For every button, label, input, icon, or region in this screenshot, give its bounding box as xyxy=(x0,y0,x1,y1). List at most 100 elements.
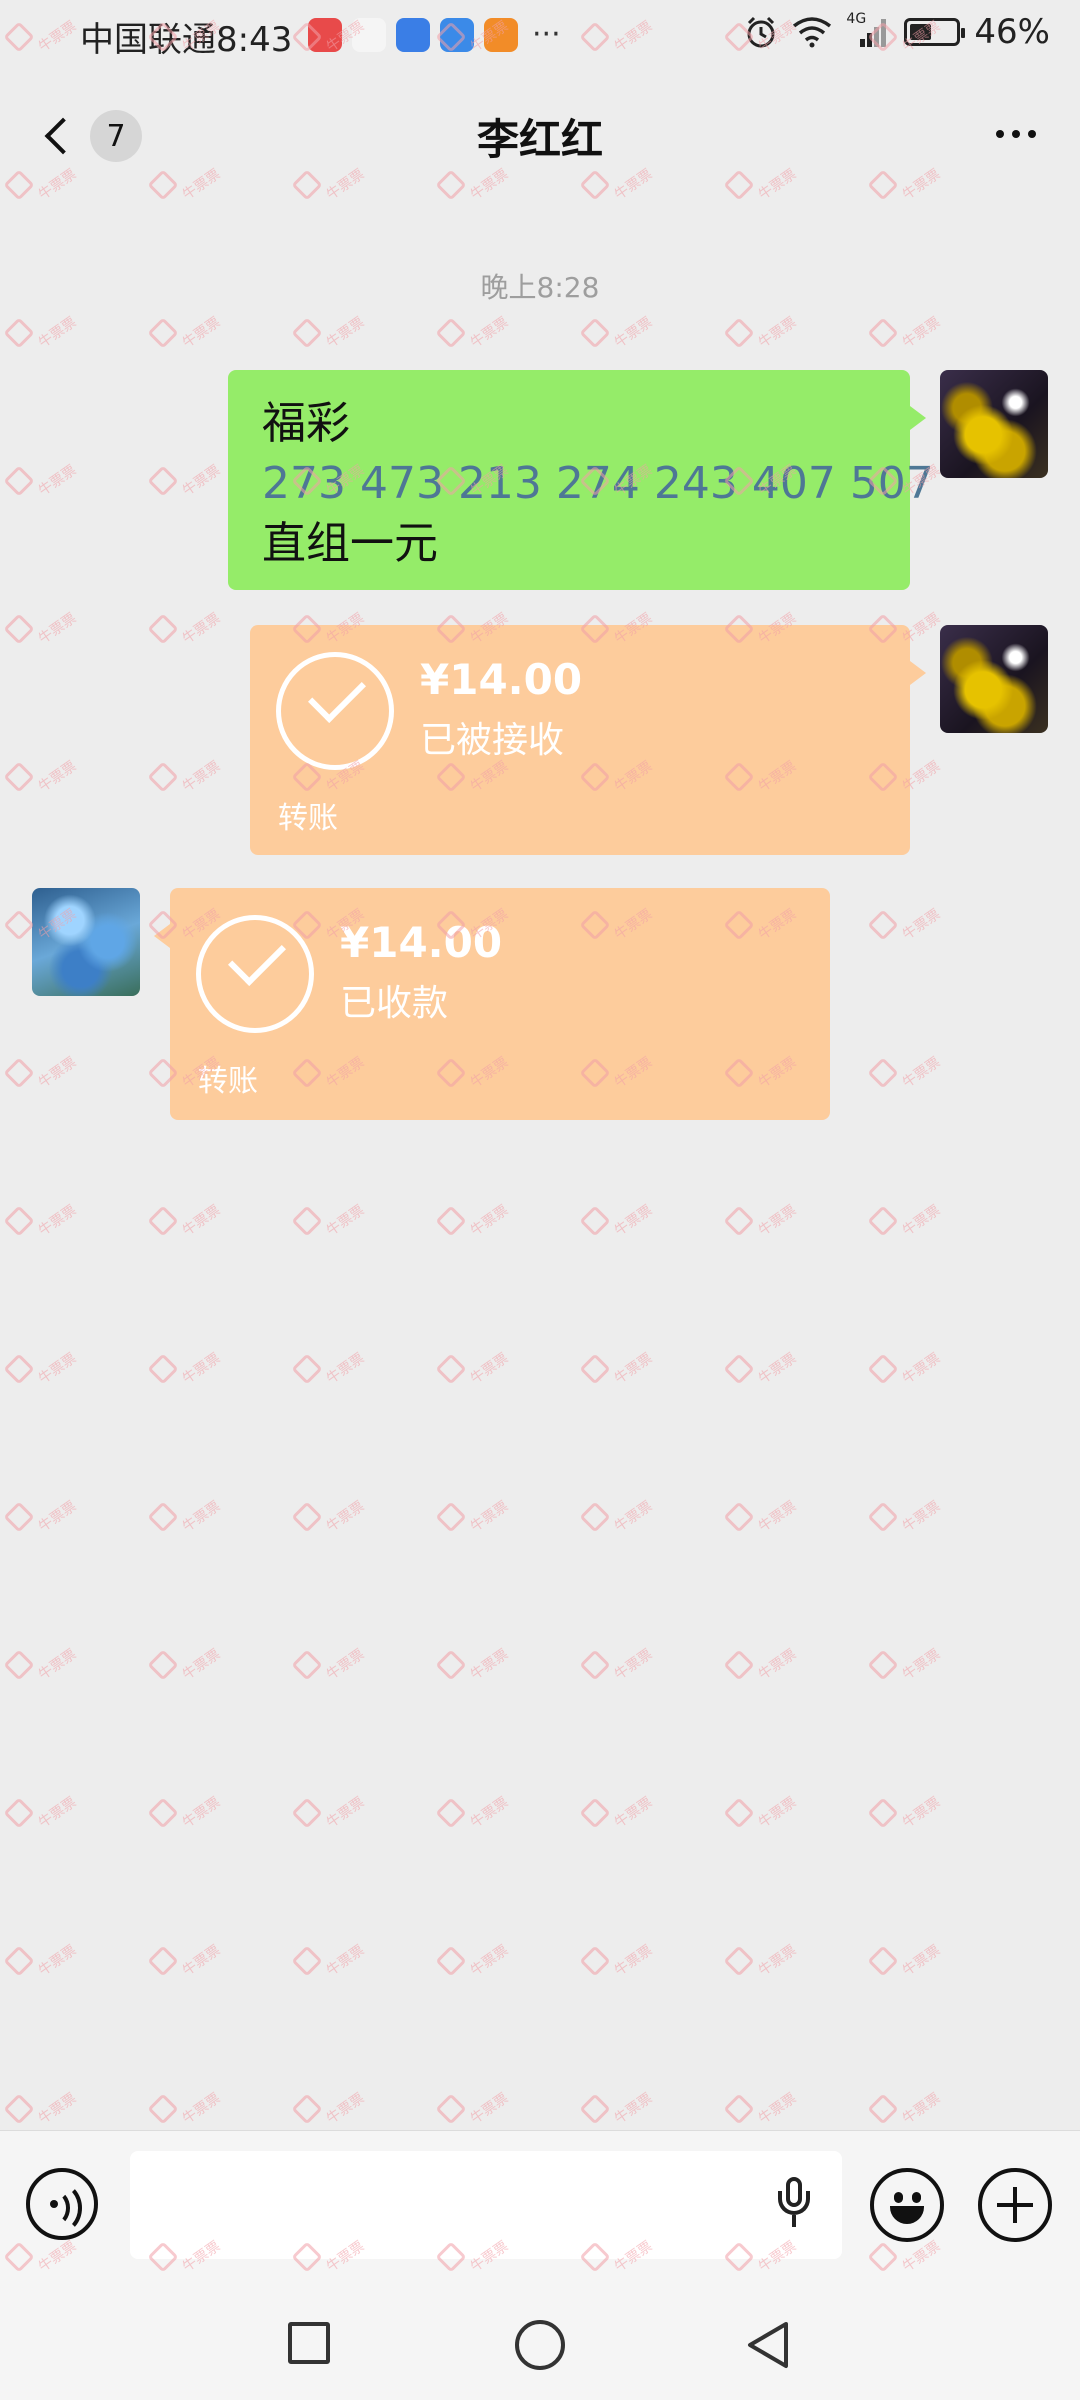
message-input[interactable] xyxy=(130,2151,842,2259)
mic-stem xyxy=(792,2215,796,2227)
watermark-text: 牛票票 xyxy=(323,1794,368,1832)
watermark-diamond-icon xyxy=(435,1945,467,1977)
watermark-logo: 牛票票 xyxy=(723,1498,799,1536)
watermark-logo: 牛票票 xyxy=(147,1498,223,1536)
watermark-text: 牛票票 xyxy=(179,2090,224,2128)
watermark-logo: 牛票票 xyxy=(579,1794,655,1832)
watermark-text: 牛票票 xyxy=(611,1646,656,1684)
watermark-diamond-icon xyxy=(867,1353,899,1385)
transfer-card-received[interactable]: ¥14.00 已收款 转账 xyxy=(154,888,830,1120)
watermark-logo: 牛票票 xyxy=(435,314,511,352)
sent-text-bubble[interactable]: 福彩 273 473 213 274 243 407 507 直组一元 xyxy=(228,370,934,590)
browser-app-icon xyxy=(396,18,430,52)
watermark-text: 牛票票 xyxy=(323,1498,368,1536)
huawei-app-icon xyxy=(308,18,342,52)
watermark-text: 牛票票 xyxy=(611,314,656,352)
watermark-logo: 牛票票 xyxy=(435,1202,511,1240)
watermark-text: 牛票票 xyxy=(179,758,224,796)
watermark-text: 牛票票 xyxy=(179,1350,224,1388)
watermark-logo: 牛票票 xyxy=(867,1498,943,1536)
watermark-text: 牛票票 xyxy=(35,758,80,796)
watermark-diamond-icon xyxy=(435,1205,467,1237)
watermark-logo: 牛票票 xyxy=(291,2090,367,2128)
alarm-icon xyxy=(747,16,775,48)
message-timestamp: 晚上8:28 xyxy=(480,271,600,304)
watermark-logo: 牛票票 xyxy=(723,1942,799,1980)
watermark-diamond-icon xyxy=(723,1797,755,1829)
watermark-diamond-icon xyxy=(147,1945,179,1977)
watermark-logo: 牛票票 xyxy=(147,1942,223,1980)
watermark-logo: 牛票票 xyxy=(579,1350,655,1388)
watermark-logo: 牛票票 xyxy=(3,758,79,796)
watermark-text: 牛票票 xyxy=(611,1942,656,1980)
watermark-text: 牛票票 xyxy=(899,906,944,944)
status-carrier-time: 中国联通8:43 xyxy=(80,12,292,61)
watermark-diamond-icon xyxy=(867,909,899,941)
watermark-diamond-icon xyxy=(291,1353,323,1385)
watermark-logo: 牛票票 xyxy=(867,1794,943,1832)
watermark-logo: 牛票票 xyxy=(867,1942,943,1980)
chat-header: 7 李红红 xyxy=(0,76,1080,196)
contact-avatar[interactable] xyxy=(32,888,140,996)
emoji-button[interactable] xyxy=(870,2168,944,2242)
watermark-diamond-icon xyxy=(147,1205,179,1237)
more-dot xyxy=(1012,130,1020,138)
chat-title[interactable]: 李红红 xyxy=(0,106,1080,167)
watermark-logo: 牛票票 xyxy=(147,1350,223,1388)
my-avatar[interactable] xyxy=(940,370,1048,478)
emoji-mouth xyxy=(890,2206,924,2224)
watermark-diamond-icon xyxy=(579,1649,611,1681)
notification-icons: ··· xyxy=(308,18,561,52)
voice-mode-button[interactable] xyxy=(26,2168,98,2240)
watermark-logo: 牛票票 xyxy=(147,1202,223,1240)
watermark-text: 牛票票 xyxy=(899,1054,944,1092)
watermark-logo: 牛票票 xyxy=(147,462,223,500)
watermark-logo: 牛票票 xyxy=(867,1202,943,1240)
watermark-diamond-icon xyxy=(723,1353,755,1385)
watermark-logo: 牛票票 xyxy=(3,1202,79,1240)
watermark-text: 牛票票 xyxy=(179,1942,224,1980)
watermark-text: 牛票票 xyxy=(35,1202,80,1240)
more-options-button[interactable] xyxy=(986,114,1046,154)
watermark-text: 牛票票 xyxy=(35,1054,80,1092)
plus-button[interactable] xyxy=(978,2168,1052,2242)
watermark-text: 牛票票 xyxy=(323,1202,368,1240)
watermark-diamond-icon xyxy=(147,465,179,497)
watermark-logo: 牛票票 xyxy=(3,2090,79,2128)
watermark-text: 牛票票 xyxy=(35,1794,80,1832)
watermark-text: 牛票票 xyxy=(899,1646,944,1684)
watermark-diamond-icon xyxy=(291,1797,323,1829)
watermark-text: 牛票票 xyxy=(611,2090,656,2128)
watermark-logo: 牛票票 xyxy=(291,1794,367,1832)
microphone-icon[interactable] xyxy=(774,2173,814,2233)
watermark-diamond-icon xyxy=(147,1501,179,1533)
watermark-text: 牛票票 xyxy=(35,1350,80,1388)
watermark-text: 牛票票 xyxy=(35,1942,80,1980)
watermark-diamond-icon xyxy=(723,317,755,349)
watermark-logo: 牛票票 xyxy=(435,1498,511,1536)
video-app-icon xyxy=(484,18,518,52)
watermark-diamond-icon xyxy=(3,909,35,941)
watermark-diamond-icon xyxy=(867,1205,899,1237)
system-nav-bar xyxy=(0,2280,1080,2400)
watermark-logo: 牛票票 xyxy=(579,1498,655,1536)
transfer-card-sent[interactable]: ¥14.00 已被接收 转账 xyxy=(250,625,926,855)
watermark-logo: 牛票票 xyxy=(723,1646,799,1684)
recent-apps-button[interactable] xyxy=(288,2322,330,2364)
watermark-diamond-icon xyxy=(723,2093,755,2125)
watermark-logo: 牛票票 xyxy=(147,758,223,796)
watermark-text: 牛票票 xyxy=(899,1942,944,1980)
home-button[interactable] xyxy=(515,2320,565,2370)
watermark-text: 牛票票 xyxy=(755,314,800,352)
back-triangle-icon[interactable] xyxy=(744,2320,792,2370)
watermark-logo: 牛票票 xyxy=(867,314,943,352)
watermark-logo: 牛票票 xyxy=(867,2090,943,2128)
watermark-logo: 牛票票 xyxy=(291,314,367,352)
watermark-diamond-icon xyxy=(867,1057,899,1089)
watermark-text: 牛票票 xyxy=(755,1202,800,1240)
voice-wave xyxy=(36,2182,82,2234)
watermark-logo: 牛票票 xyxy=(579,2090,655,2128)
watermark-diamond-icon xyxy=(147,1797,179,1829)
watermark-text: 牛票票 xyxy=(611,1350,656,1388)
my-avatar[interactable] xyxy=(940,625,1048,733)
